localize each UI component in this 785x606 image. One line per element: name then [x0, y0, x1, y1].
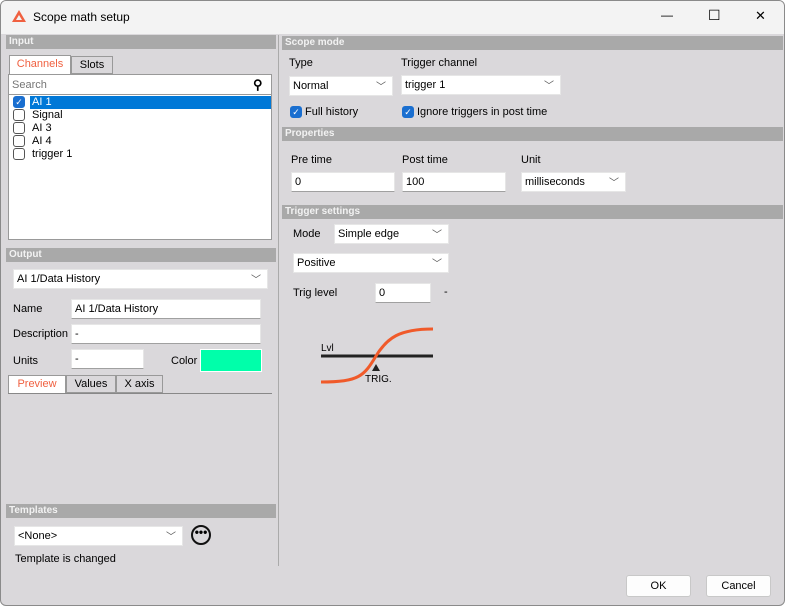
channel-list[interactable]: ✓ AI 1 Signal AI 3 AI 4 trigger 1 [10, 96, 271, 161]
trigger-channel-value: trigger 1 [405, 79, 446, 91]
output-select-value: AI 1/Data History [17, 273, 101, 285]
ignore-triggers-label: Ignore triggers in post time [417, 106, 548, 118]
lvl-label: Lvl [321, 343, 334, 354]
pre-time-label: Pre time [291, 154, 332, 166]
ok-button[interactable]: OK [626, 575, 691, 597]
more-options-icon[interactable]: ••• [191, 525, 211, 545]
mode-label: Mode [293, 228, 321, 240]
type-select[interactable]: Normal ﹀ [289, 76, 393, 96]
color-label: Color [171, 355, 198, 367]
channel-checkbox[interactable] [13, 148, 25, 160]
full-history-checkbox[interactable]: ✓ [290, 106, 302, 118]
properties-header: Properties [282, 127, 783, 141]
chevron-down-icon: ﹀ [251, 275, 261, 286]
edge-value: Positive [297, 257, 336, 269]
trig-level-input[interactable]: 0 [375, 283, 431, 303]
trigger-marker-icon [372, 364, 380, 371]
minimize-button[interactable]: — [661, 8, 673, 22]
name-label: Name [13, 303, 43, 315]
chevron-down-icon: ﹀ [432, 230, 442, 241]
unit-value: milliseconds [525, 176, 585, 188]
channel-item[interactable]: Signal [10, 109, 271, 122]
post-time-label: Post time [402, 154, 448, 166]
units-input[interactable]: - [71, 349, 144, 369]
close-button[interactable]: ✕ [755, 8, 766, 24]
pre-time-input[interactable]: 0 [291, 172, 395, 192]
template-select[interactable]: <None> ﹀ [14, 526, 183, 546]
dialog-window: Scope math setup — ☐ ✕ Input Channels Sl… [0, 0, 785, 606]
mode-value: Simple edge [338, 228, 400, 240]
trig-label: TRIG. [365, 374, 392, 385]
channel-label: AI 3 [32, 122, 52, 134]
tab-divider [8, 393, 272, 394]
channel-item[interactable]: AI 3 [10, 122, 271, 135]
channel-item[interactable]: ✓ AI 1 [10, 96, 271, 109]
trig-level-label: Trig level [293, 287, 338, 299]
trigger-channel-select[interactable]: trigger 1 ﹀ [401, 75, 561, 95]
full-history-label: Full history [305, 106, 359, 118]
ignore-triggers-checkbox[interactable]: ✓ [402, 106, 414, 118]
edge-select[interactable]: Positive ﹀ [293, 253, 449, 273]
title-bar: Scope math setup — ☐ ✕ [1, 1, 784, 34]
type-value: Normal [293, 80, 329, 92]
units-label: Units [13, 355, 39, 367]
cancel-button[interactable]: Cancel [706, 575, 771, 597]
trigger-settings-header: Trigger settings [282, 205, 783, 219]
tab-slots[interactable]: Slots [71, 56, 113, 74]
chevron-down-icon: ﹀ [544, 81, 554, 92]
app-logo-icon [12, 10, 26, 22]
mode-select[interactable]: Simple edge ﹀ [334, 224, 449, 244]
unit-label: Unit [521, 154, 541, 166]
output-select[interactable]: AI 1/Data History ﹀ [13, 269, 268, 289]
channel-label: AI 1 [30, 96, 271, 109]
name-input[interactable]: AI 1/Data History [71, 299, 261, 319]
channel-item[interactable]: trigger 1 [10, 148, 271, 161]
chevron-down-icon: ﹀ [166, 532, 176, 543]
unit-select[interactable]: milliseconds ﹀ [521, 172, 626, 192]
chevron-down-icon: ﹀ [609, 178, 619, 189]
window-title: Scope math setup [33, 10, 130, 24]
post-time-input[interactable]: 100 [402, 172, 506, 192]
output-header: Output [6, 248, 276, 262]
channel-checkbox[interactable] [13, 122, 25, 134]
panel-divider[interactable] [278, 35, 279, 566]
description-input[interactable]: - [71, 324, 261, 344]
channel-checkbox[interactable] [13, 135, 25, 147]
trigger-channel-label: Trigger channel [401, 57, 478, 69]
templates-header: Templates [6, 504, 276, 518]
tab-channels[interactable]: Channels [9, 55, 71, 74]
channel-label: Signal [32, 109, 63, 121]
chevron-down-icon: ﹀ [376, 82, 386, 93]
scope-mode-header: Scope mode [282, 36, 783, 50]
channel-checkbox[interactable]: ✓ [13, 96, 25, 108]
search-icon[interactable]: ⚲ [253, 77, 263, 93]
type-label: Type [289, 57, 313, 69]
channel-item[interactable]: AI 4 [10, 135, 271, 148]
channel-label: trigger 1 [32, 148, 73, 160]
search-input[interactable] [9, 75, 271, 95]
maximize-button[interactable]: ☐ [708, 7, 721, 24]
tab-preview[interactable]: Preview [8, 375, 66, 394]
description-label: Description [13, 328, 69, 340]
chevron-down-icon: ﹀ [432, 259, 442, 270]
color-swatch[interactable] [200, 349, 262, 372]
trig-level-unit: - [444, 286, 448, 298]
template-select-value: <None> [18, 530, 58, 542]
channel-checkbox[interactable] [13, 109, 25, 121]
template-status: Template is changed [15, 553, 116, 565]
tab-x-axis[interactable]: X axis [116, 375, 163, 393]
input-header: Input [6, 35, 276, 49]
tab-values[interactable]: Values [66, 375, 116, 393]
channel-label: AI 4 [32, 135, 52, 147]
